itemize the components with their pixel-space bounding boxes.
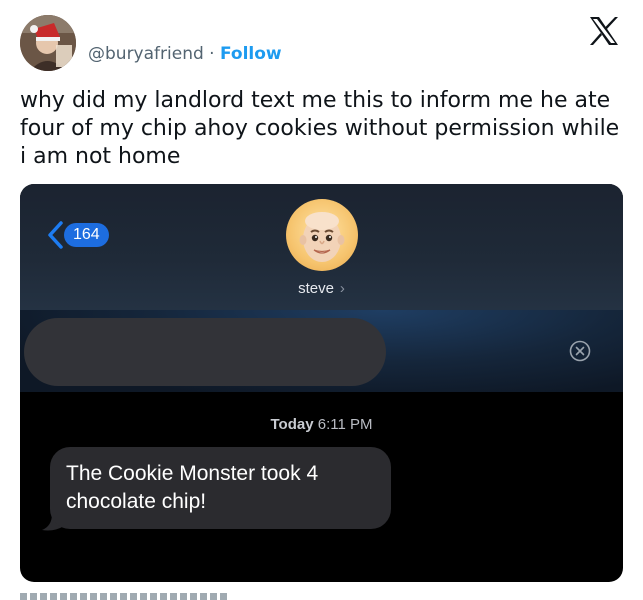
timestamp-time: 6:11 PM — [317, 416, 373, 433]
x-logo-icon[interactable] — [588, 16, 620, 46]
tweet-text: why did my landlord text me this to info… — [20, 88, 620, 169]
user-avatar[interactable] — [20, 15, 76, 71]
chevron-right-icon: › — [339, 280, 345, 297]
contact-avatar[interactable] — [286, 199, 358, 271]
message-timestamp: Today 6:11 PM — [20, 416, 623, 434]
tweet-card: @buryafriend · Follow why did my landlor… — [0, 0, 643, 600]
timestamp-day: Today — [270, 416, 314, 433]
message-bubble[interactable]: The Cookie Monster took 4 chocolate chip… — [50, 447, 391, 529]
handle-row: @buryafriend · Follow — [88, 44, 282, 64]
redacted-message-pill — [24, 318, 386, 386]
clear-circle-x-icon[interactable] — [569, 340, 591, 362]
contact-name-row[interactable]: steve › — [20, 280, 623, 298]
chevron-left-icon[interactable] — [46, 220, 64, 250]
separator-dot: · — [209, 44, 215, 64]
unread-count-badge[interactable]: 164 — [64, 223, 109, 247]
embedded-screenshot[interactable]: 164 steve › Today 6:11 PM The Cookie Mon… — [20, 184, 623, 582]
user-handle[interactable]: @buryafriend — [88, 44, 204, 64]
tweet-timestamp-cutoff — [20, 593, 240, 600]
follow-button[interactable]: Follow — [220, 44, 282, 64]
contact-name: steve — [298, 280, 334, 297]
